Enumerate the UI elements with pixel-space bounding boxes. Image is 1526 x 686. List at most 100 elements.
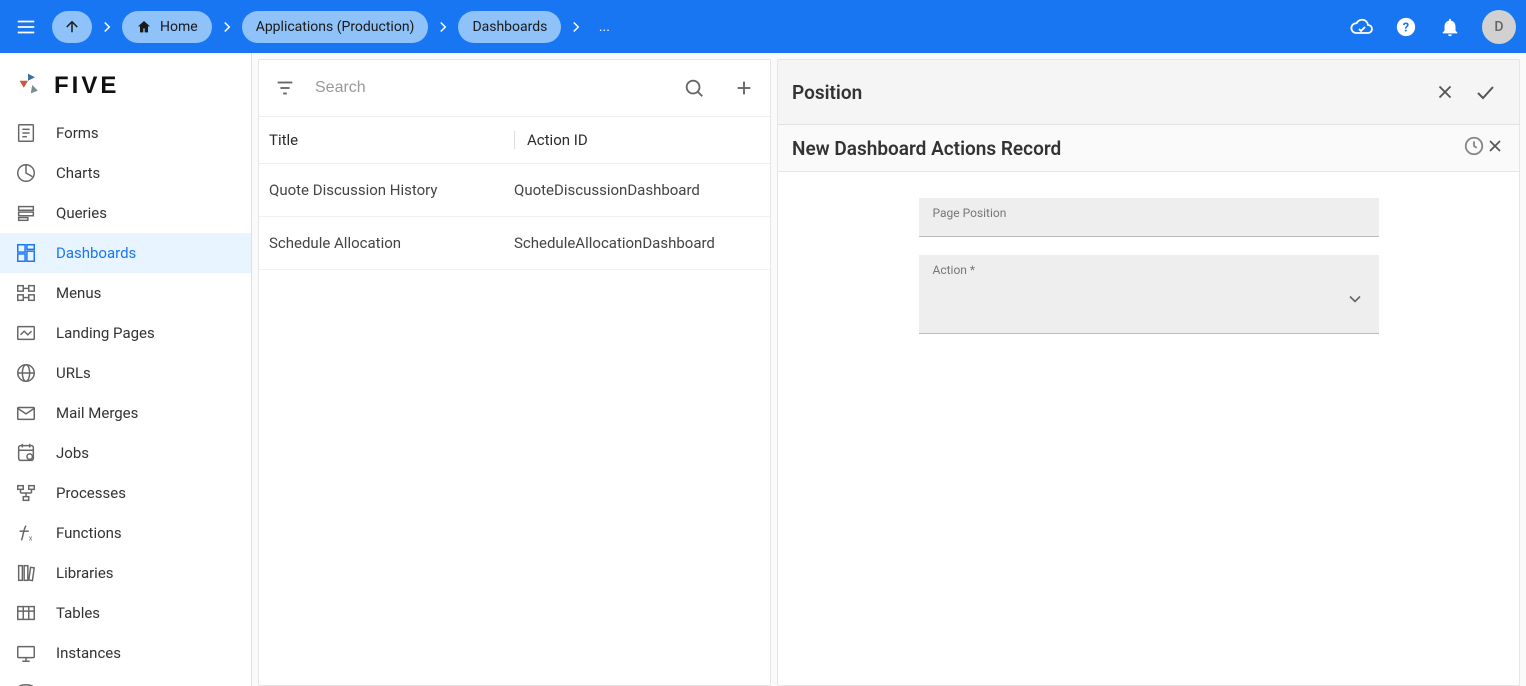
svg-text:FIVE: FIVE bbox=[54, 72, 119, 98]
svg-text:?: ? bbox=[1403, 20, 1409, 35]
list-row[interactable]: Quote Discussion History QuoteDiscussion… bbox=[259, 164, 770, 217]
nav-forms[interactable]: Forms bbox=[0, 113, 251, 153]
breadcrumb-label: Home bbox=[160, 19, 198, 35]
nav-menus[interactable]: Menus bbox=[0, 273, 251, 313]
nav-label: Instances bbox=[56, 644, 121, 662]
processes-icon bbox=[14, 481, 38, 505]
column-action-id[interactable]: Action ID bbox=[527, 131, 588, 149]
cloud-icon bbox=[1350, 15, 1374, 39]
detail-titlebar: Position bbox=[778, 60, 1519, 125]
nav-label: Queries bbox=[56, 204, 107, 222]
notifications-button[interactable] bbox=[1428, 5, 1472, 49]
confirm-detail-button[interactable] bbox=[1465, 72, 1505, 112]
add-button[interactable] bbox=[724, 68, 764, 108]
sidebar: FIVE Forms Charts Queries Dashboards bbox=[0, 53, 252, 686]
nav-label: Menus bbox=[56, 284, 101, 302]
forms-icon bbox=[14, 121, 38, 145]
row-title: Quote Discussion History bbox=[269, 181, 514, 199]
list-row[interactable]: Schedule Allocation ScheduleAllocationDa… bbox=[259, 217, 770, 270]
search-icon bbox=[683, 77, 705, 99]
nav-charts[interactable]: Charts bbox=[0, 153, 251, 193]
nav-label: Dashboards bbox=[56, 244, 136, 262]
page-position-field[interactable]: Page Position bbox=[919, 198, 1379, 237]
nav-label: Mail Merges bbox=[56, 404, 138, 422]
action-select-field[interactable]: Action * bbox=[919, 255, 1379, 334]
nav-label: Libraries bbox=[56, 564, 114, 582]
nav-mail-merges[interactable]: Mail Merges bbox=[0, 393, 251, 433]
nav-label: Tables bbox=[56, 604, 100, 622]
main-area: FIVE Forms Charts Queries Dashboards bbox=[0, 53, 1526, 686]
nav-label: URLs bbox=[56, 364, 91, 382]
breadcrumb-up-button[interactable] bbox=[52, 11, 92, 43]
nav-processes[interactable]: Processes bbox=[0, 473, 251, 513]
breadcrumb-home[interactable]: Home bbox=[122, 11, 212, 43]
history-button[interactable] bbox=[1463, 135, 1485, 161]
charts-icon bbox=[14, 161, 38, 185]
nav-tables[interactable]: Tables bbox=[0, 593, 251, 633]
breadcrumb-more[interactable]: ... bbox=[591, 19, 617, 35]
nav-label: Processes bbox=[56, 484, 126, 502]
search-input[interactable] bbox=[315, 79, 664, 97]
detail-panel: Position New Dashboard Actions Record Pa… bbox=[777, 59, 1520, 686]
queries-icon bbox=[14, 201, 38, 225]
libraries-icon bbox=[14, 561, 38, 585]
tables-icon bbox=[14, 601, 38, 625]
row-action-id: ScheduleAllocationDashboard bbox=[514, 234, 715, 252]
nav-jobs[interactable]: Jobs bbox=[0, 433, 251, 473]
bell-icon bbox=[1439, 16, 1461, 38]
chevron-right-icon bbox=[218, 18, 236, 36]
search-button[interactable] bbox=[674, 68, 714, 108]
breadcrumb-applications[interactable]: Applications (Production) bbox=[242, 11, 429, 43]
home-icon bbox=[136, 19, 152, 35]
list-toolbar bbox=[259, 60, 770, 117]
breadcrumb-dashboards[interactable]: Dashboards bbox=[458, 11, 561, 43]
nav-queries[interactable]: Queries bbox=[0, 193, 251, 233]
row-title: Schedule Allocation bbox=[269, 234, 514, 252]
nav-landing-pages[interactable]: Landing Pages bbox=[0, 313, 251, 353]
jobs-icon bbox=[14, 441, 38, 465]
nav-functions[interactable]: x Functions bbox=[0, 513, 251, 553]
urls-icon bbox=[14, 361, 38, 385]
hamburger-icon bbox=[15, 16, 37, 38]
avatar-initial: D bbox=[1494, 19, 1503, 35]
cloud-button[interactable] bbox=[1340, 5, 1384, 49]
help-icon: ? bbox=[1395, 16, 1417, 38]
help-button[interactable]: ? bbox=[1384, 5, 1428, 49]
nav-label: Landing Pages bbox=[56, 324, 155, 342]
chevron-right-icon bbox=[567, 18, 585, 36]
nav-urls[interactable]: URLs bbox=[0, 353, 251, 393]
close-record-button[interactable] bbox=[1485, 136, 1505, 160]
field-label: Action * bbox=[933, 263, 976, 277]
clock-icon bbox=[1463, 135, 1485, 157]
user-avatar[interactable]: D bbox=[1482, 10, 1516, 44]
filter-button[interactable] bbox=[265, 68, 305, 108]
nav-label: Jobs bbox=[56, 444, 89, 462]
column-title[interactable]: Title bbox=[269, 131, 514, 149]
breadcrumb-label: Applications (Production) bbox=[256, 19, 415, 35]
nav-resources[interactable]: Resources bbox=[0, 673, 251, 686]
check-icon bbox=[1473, 80, 1497, 104]
nav-dashboards[interactable]: Dashboards bbox=[0, 233, 251, 273]
nav-libraries[interactable]: Libraries bbox=[0, 553, 251, 593]
detail-title: Position bbox=[792, 81, 1425, 104]
plus-icon bbox=[733, 77, 755, 99]
close-icon bbox=[1485, 136, 1505, 156]
detail-subbar: New Dashboard Actions Record bbox=[778, 125, 1519, 172]
app-header: Home Applications (Production) Dashboard… bbox=[0, 0, 1526, 53]
svg-text:x: x bbox=[29, 533, 33, 542]
sidebar-nav[interactable]: Forms Charts Queries Dashboards Menus La… bbox=[0, 113, 251, 686]
mail-icon bbox=[14, 401, 38, 425]
close-detail-button[interactable] bbox=[1425, 72, 1465, 112]
functions-icon: x bbox=[14, 521, 38, 545]
brand-mark-icon bbox=[14, 71, 42, 99]
menus-icon bbox=[14, 281, 38, 305]
nav-label: Charts bbox=[56, 164, 100, 182]
nav-label: Forms bbox=[56, 124, 99, 142]
arrow-up-icon bbox=[63, 18, 81, 36]
nav-instances[interactable]: Instances bbox=[0, 633, 251, 673]
filter-icon bbox=[274, 77, 296, 99]
breadcrumb-separator bbox=[92, 18, 122, 36]
chevron-right-icon bbox=[434, 18, 452, 36]
hamburger-menu[interactable] bbox=[6, 7, 46, 47]
detail-subtitle: New Dashboard Actions Record bbox=[792, 137, 1463, 160]
